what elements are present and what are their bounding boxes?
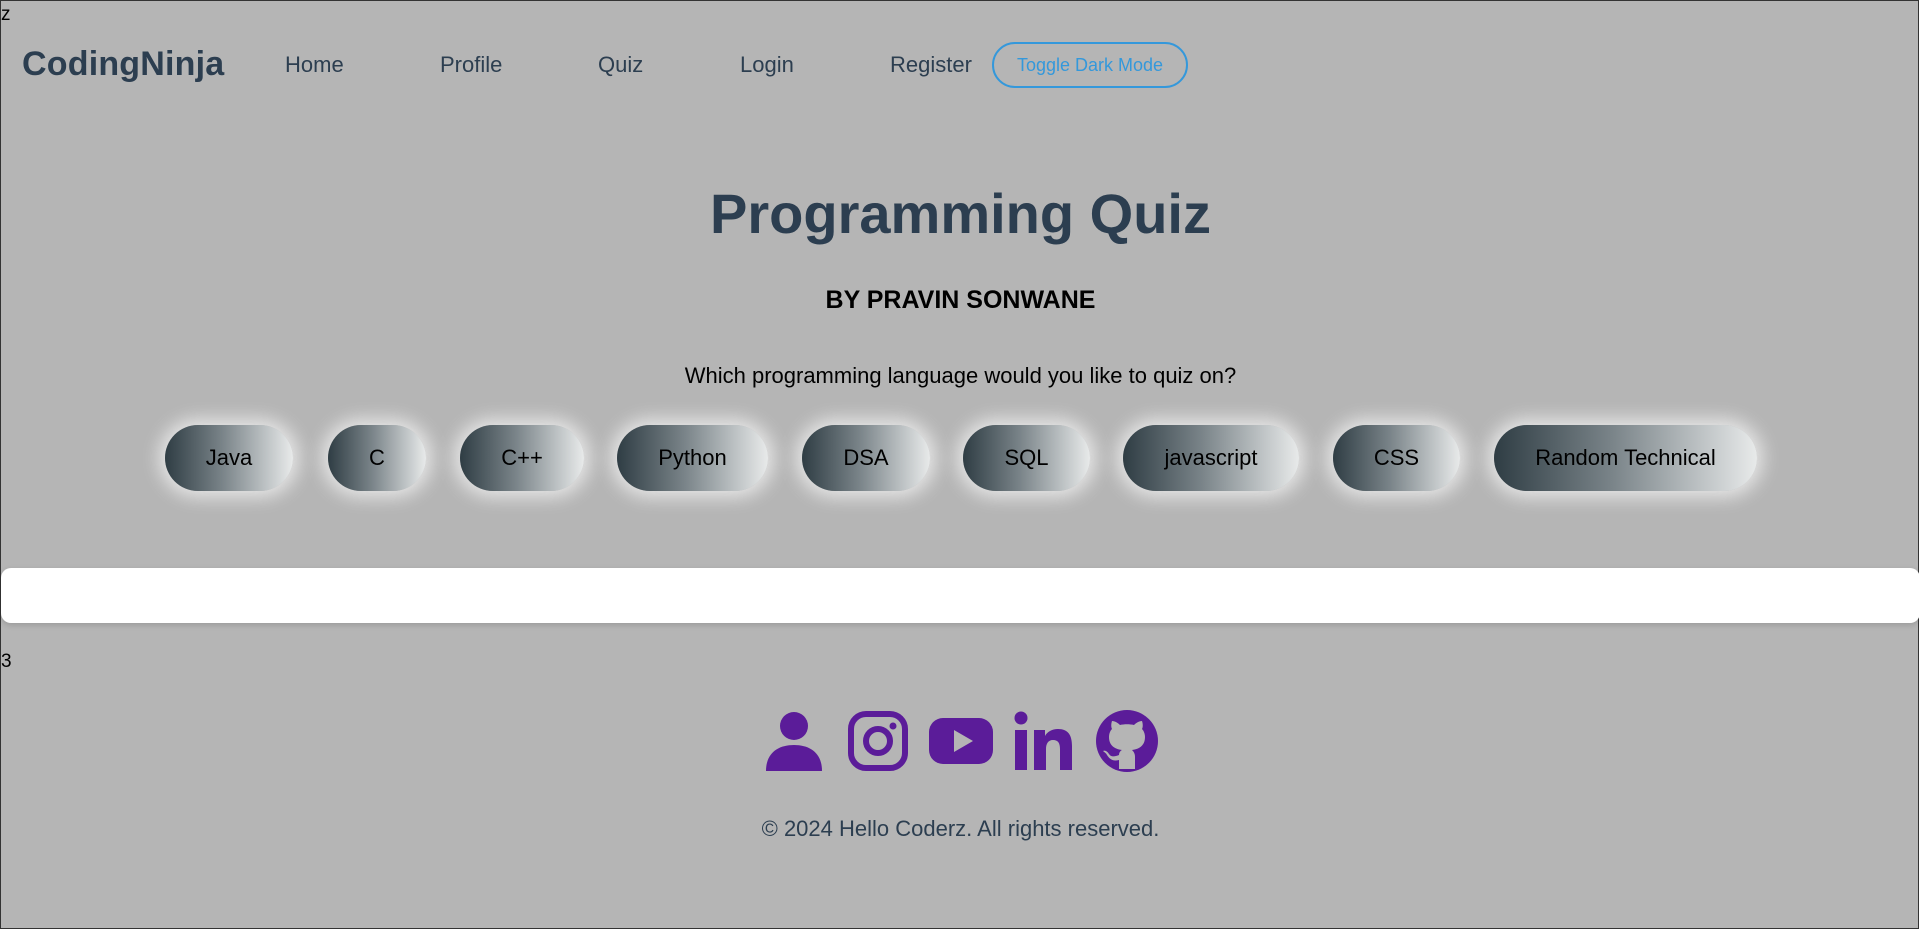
language-button-dsa[interactable]: DSA <box>802 425 930 491</box>
brand-logo[interactable]: CodingNinja <box>22 45 224 84</box>
youtube-icon[interactable] <box>928 709 994 773</box>
language-button-javascript[interactable]: javascript <box>1123 425 1299 491</box>
toggle-dark-mode-button[interactable]: Toggle Dark Mode <box>992 42 1188 88</box>
navbar: CodingNinja Home Profile Quiz Login Regi… <box>1 31 1919 101</box>
nav-link-profile[interactable]: Profile <box>440 52 502 78</box>
language-button-sql[interactable]: SQL <box>963 425 1090 491</box>
language-button-random-technical[interactable]: Random Technical <box>1494 425 1757 491</box>
nav-link-quiz[interactable]: Quiz <box>598 52 643 78</box>
stray-text-top: z <box>1 4 11 25</box>
nav-link-register[interactable]: Register <box>890 52 972 78</box>
language-button-python[interactable]: Python <box>617 425 768 491</box>
user-icon[interactable] <box>762 709 826 773</box>
language-button-css[interactable]: CSS <box>1333 425 1460 491</box>
language-button-cpp[interactable]: C++ <box>460 425 584 491</box>
linkedin-icon[interactable] <box>1012 709 1076 773</box>
nav-link-home[interactable]: Home <box>285 52 344 78</box>
author-subtitle: BY PRAVIN SONWANE <box>825 286 1096 314</box>
language-button-java[interactable]: Java <box>165 425 293 491</box>
stray-text-middle: 3 <box>1 651 12 672</box>
instagram-icon[interactable] <box>846 709 910 773</box>
nav-link-login[interactable]: Login <box>740 52 794 78</box>
quiz-container-bar <box>1 568 1919 623</box>
footer-copyright: © 2024 Hello Coderz. All rights reserved… <box>761 816 1160 841</box>
quiz-prompt: Which programming language would you lik… <box>684 363 1237 388</box>
language-button-c[interactable]: C <box>328 425 426 491</box>
github-icon[interactable] <box>1095 709 1159 773</box>
page-title: Programming Quiz <box>710 182 1211 245</box>
